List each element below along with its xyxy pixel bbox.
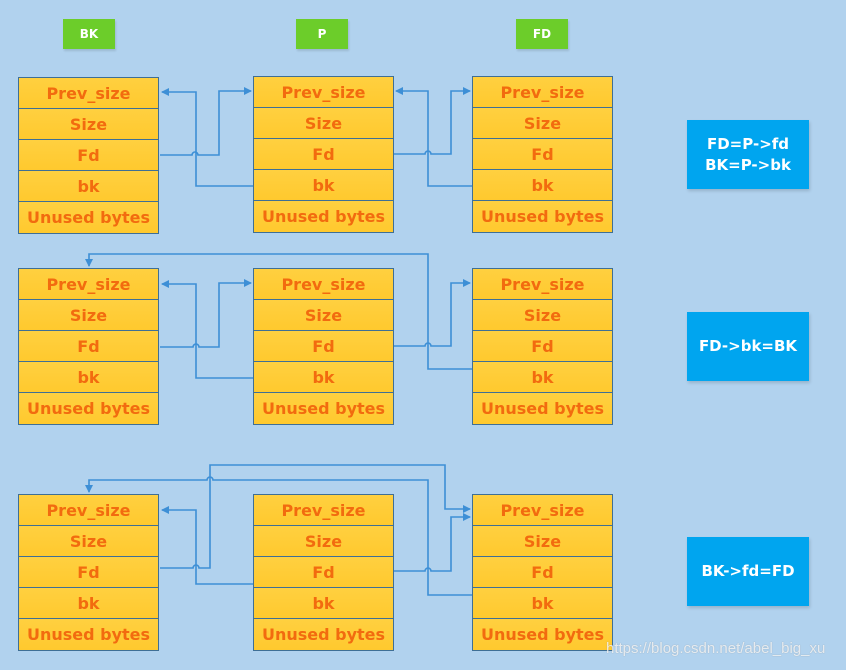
note-step3: BK->fd=FD [687,537,809,606]
arrow-fd-bk-to-p [395,87,472,187]
note-step1: FD=P->fd BK=P->bk [687,120,809,189]
arrow-p-fd-to-fd [394,87,471,155]
arrow-bk-fd-to-p [160,279,252,348]
arrow-p-bk-to-bk [161,280,253,379]
watermark: https://blog.csdn.net/abel_big_xu [606,640,826,657]
note-line: BK->fd=FD [701,562,795,580]
note-line: BK=P->bk [705,155,791,174]
note-line: FD->bk=BK [698,337,798,355]
arrow-fd-bk-to-bk [85,253,472,370]
note-line: FD=P->fd [706,134,790,153]
arrow-p-bk-to-bk [161,506,253,585]
arrow-p-bk-to-bk [161,88,253,187]
arrow-fd-bk-to-bk [85,476,472,596]
arrow-p-fd-to-fd [394,279,471,347]
arrow-bk-fd-to-p [160,87,252,156]
arrow-p-fd-to-fd [394,513,471,572]
note-step2: FD->bk=BK [687,312,809,381]
